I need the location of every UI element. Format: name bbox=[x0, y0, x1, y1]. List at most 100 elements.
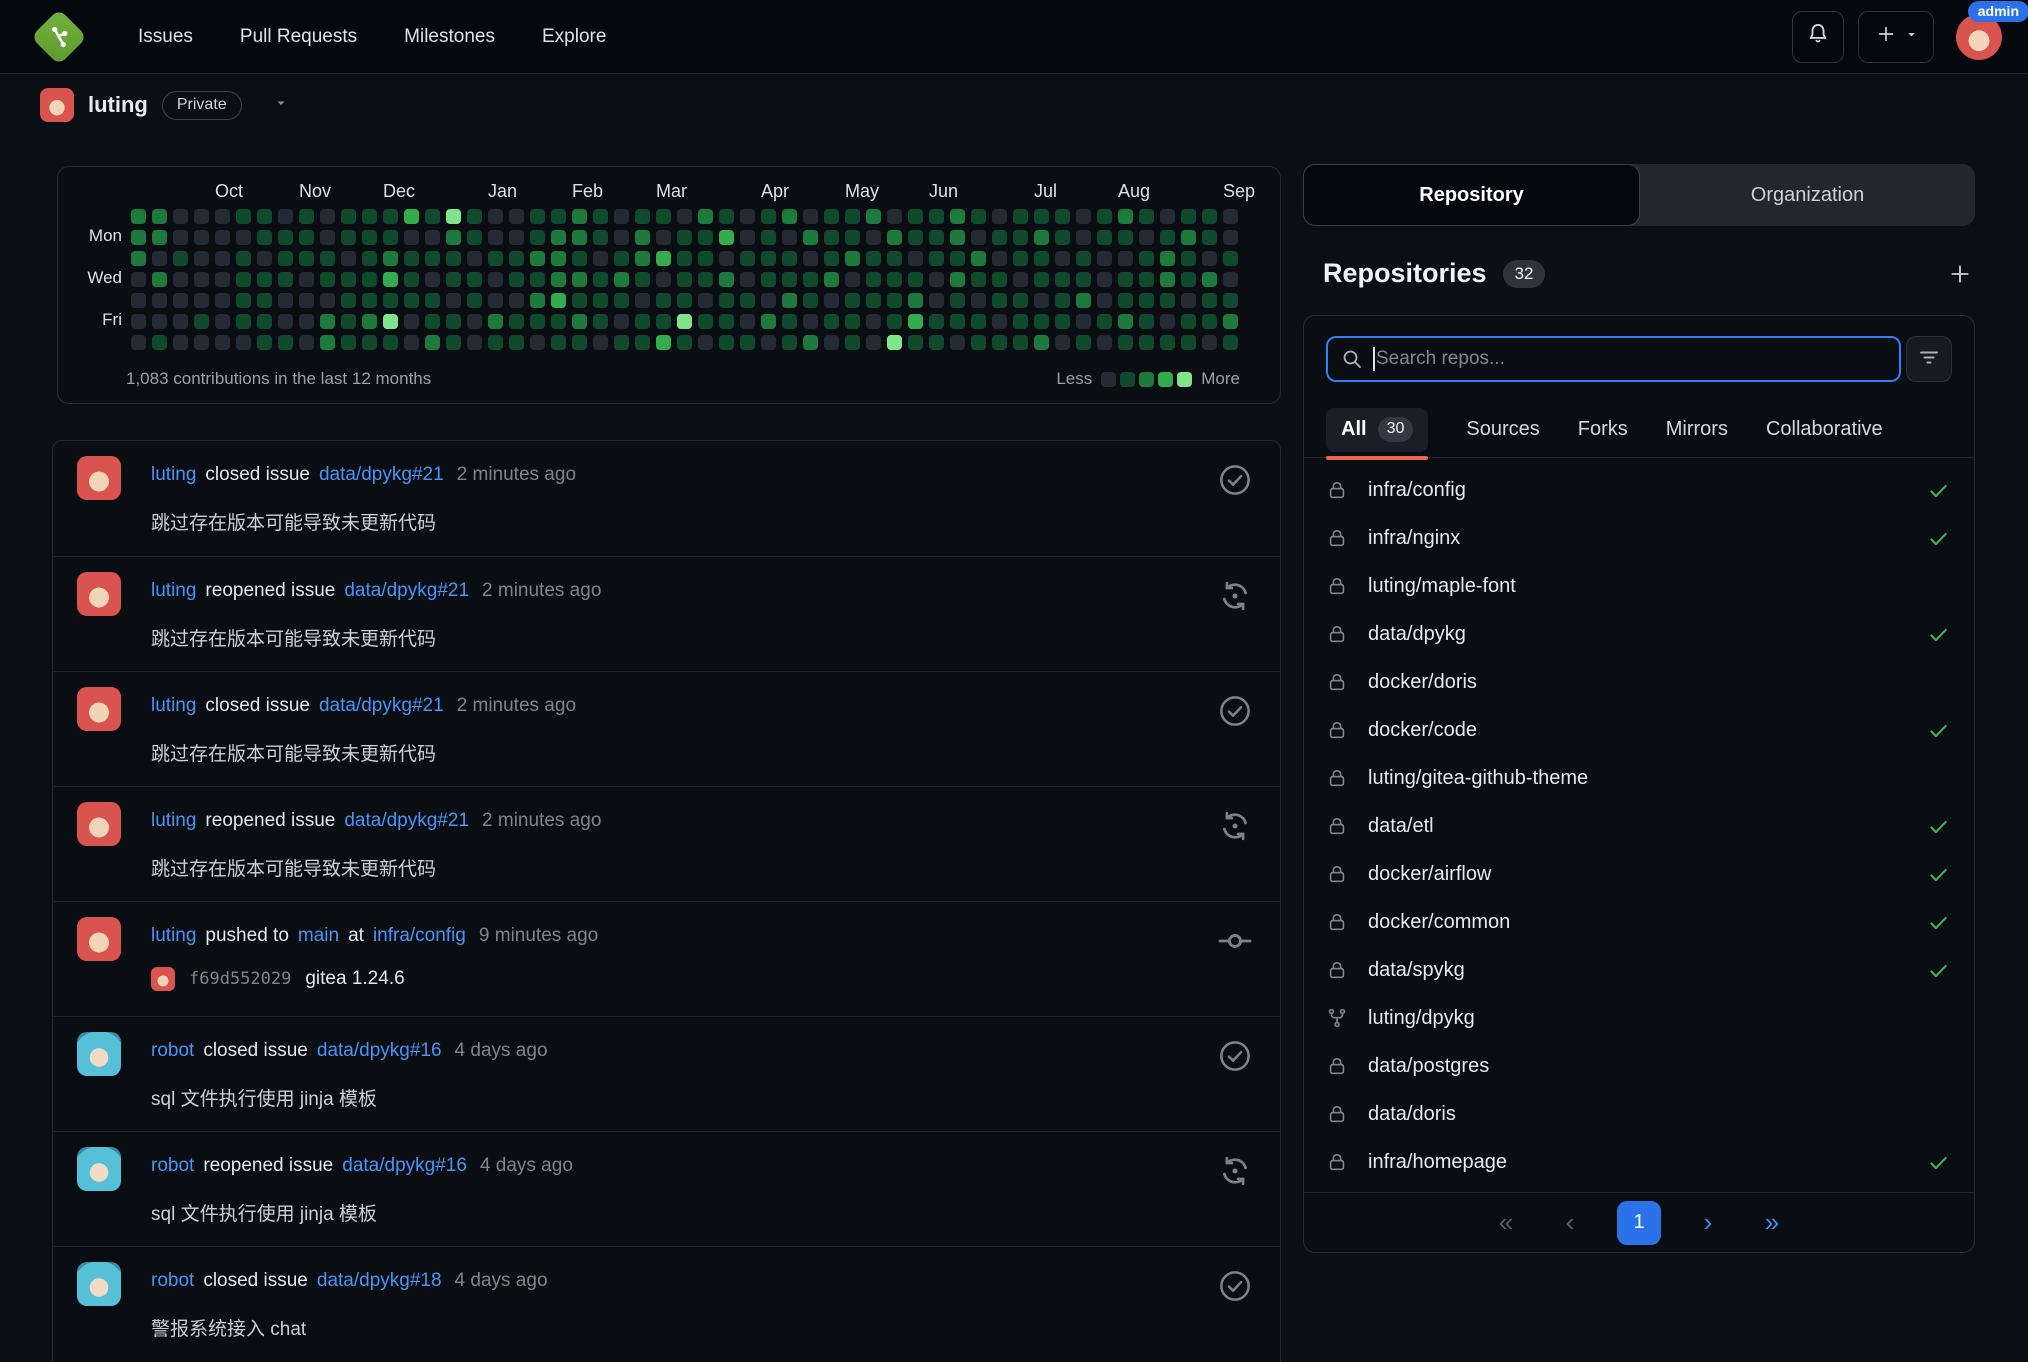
heatmap-cell[interactable] bbox=[1181, 230, 1196, 245]
repo-name-link[interactable]: docker/common bbox=[1368, 911, 1510, 934]
heatmap-cell[interactable] bbox=[635, 251, 650, 266]
heatmap-cell[interactable] bbox=[635, 314, 650, 329]
nav-link-milestones[interactable]: Milestones bbox=[404, 26, 495, 48]
heatmap-cell[interactable] bbox=[320, 251, 335, 266]
heatmap-cell[interactable] bbox=[551, 314, 566, 329]
heatmap-cell[interactable] bbox=[1139, 335, 1154, 350]
nav-link-explore[interactable]: Explore bbox=[542, 26, 606, 48]
heatmap-cell[interactable] bbox=[1202, 209, 1217, 224]
heatmap-cell[interactable] bbox=[866, 314, 881, 329]
heatmap-cell[interactable] bbox=[194, 230, 209, 245]
heatmap-cell[interactable] bbox=[341, 272, 356, 287]
repo-link[interactable]: data/dpykg#18 bbox=[317, 1270, 442, 1292]
heatmap-cell[interactable] bbox=[320, 293, 335, 308]
heatmap-cell[interactable] bbox=[908, 314, 923, 329]
repo-link[interactable]: data/dpykg#21 bbox=[344, 810, 469, 832]
heatmap-cell[interactable] bbox=[992, 293, 1007, 308]
heatmap-cell[interactable] bbox=[215, 230, 230, 245]
heatmap-cell[interactable] bbox=[404, 251, 419, 266]
repo-name-link[interactable]: infra/homepage bbox=[1368, 1151, 1507, 1174]
heatmap-cell[interactable] bbox=[446, 335, 461, 350]
heatmap-cell[interactable] bbox=[698, 335, 713, 350]
heatmap-cell[interactable] bbox=[572, 293, 587, 308]
heatmap-cell[interactable] bbox=[1097, 335, 1112, 350]
heatmap-cell[interactable] bbox=[1055, 293, 1070, 308]
repo-item[interactable]: data/etl bbox=[1304, 802, 1974, 850]
heatmap-cell[interactable] bbox=[908, 251, 923, 266]
repo-name-link[interactable]: luting/dpykg bbox=[1368, 1007, 1475, 1030]
heatmap-cell[interactable] bbox=[257, 293, 272, 308]
heatmap-cell[interactable] bbox=[971, 335, 986, 350]
heatmap-cell[interactable] bbox=[803, 335, 818, 350]
heatmap-cell[interactable] bbox=[887, 314, 902, 329]
heatmap-cell[interactable] bbox=[383, 272, 398, 287]
heatmap-cell[interactable] bbox=[572, 314, 587, 329]
heatmap-cell[interactable] bbox=[929, 272, 944, 287]
heatmap-cell[interactable] bbox=[152, 272, 167, 287]
heatmap-cell[interactable] bbox=[362, 272, 377, 287]
heatmap-cell[interactable] bbox=[299, 314, 314, 329]
heatmap-cell[interactable] bbox=[1139, 293, 1154, 308]
heatmap-cell[interactable] bbox=[677, 230, 692, 245]
heatmap-cell[interactable] bbox=[194, 314, 209, 329]
heatmap-cell[interactable] bbox=[803, 272, 818, 287]
repo-item[interactable]: infra/nginx bbox=[1304, 514, 1974, 562]
heatmap-cell[interactable] bbox=[782, 293, 797, 308]
heatmap-cell[interactable] bbox=[530, 209, 545, 224]
repo-link[interactable]: data/dpykg#16 bbox=[317, 1040, 442, 1062]
heatmap-cell[interactable] bbox=[1118, 293, 1133, 308]
repo-name-link[interactable]: data/etl bbox=[1368, 815, 1434, 838]
current-page-button[interactable]: 1 bbox=[1617, 1200, 1661, 1245]
heatmap-cell[interactable] bbox=[1076, 209, 1091, 224]
heatmap-cell[interactable] bbox=[509, 272, 524, 287]
heatmap-cell[interactable] bbox=[1160, 314, 1175, 329]
tab-organization[interactable]: Organization bbox=[1640, 164, 1975, 226]
heatmap-cell[interactable] bbox=[404, 293, 419, 308]
heatmap-cell[interactable] bbox=[845, 251, 860, 266]
heatmap-cell[interactable] bbox=[425, 293, 440, 308]
avatar[interactable] bbox=[40, 88, 74, 122]
heatmap-cell[interactable] bbox=[908, 272, 923, 287]
heatmap-cell[interactable] bbox=[929, 335, 944, 350]
heatmap-cell[interactable] bbox=[866, 335, 881, 350]
repo-item[interactable]: luting/gitea-github-theme bbox=[1304, 754, 1974, 802]
heatmap-cell[interactable] bbox=[278, 230, 293, 245]
heatmap-cell[interactable] bbox=[824, 209, 839, 224]
heatmap-cell[interactable] bbox=[992, 209, 1007, 224]
heatmap-cell[interactable] bbox=[1097, 314, 1112, 329]
heatmap-cell[interactable] bbox=[782, 272, 797, 287]
avatar[interactable] bbox=[77, 1032, 121, 1076]
user-link[interactable]: robot bbox=[151, 1270, 194, 1292]
heatmap-cell[interactable] bbox=[215, 314, 230, 329]
heatmap-cell[interactable] bbox=[215, 209, 230, 224]
heatmap-cell[interactable] bbox=[446, 272, 461, 287]
heatmap-cell[interactable] bbox=[1160, 293, 1175, 308]
heatmap-cell[interactable] bbox=[887, 230, 902, 245]
repo-name-link[interactable]: data/postgres bbox=[1368, 1055, 1489, 1078]
heatmap-cell[interactable] bbox=[950, 272, 965, 287]
avatar[interactable] bbox=[77, 687, 121, 731]
heatmap-cell[interactable] bbox=[740, 335, 755, 350]
heatmap-cell[interactable] bbox=[551, 293, 566, 308]
heatmap-cell[interactable] bbox=[698, 272, 713, 287]
heatmap-cell[interactable] bbox=[1223, 209, 1238, 224]
heatmap-cell[interactable] bbox=[1181, 272, 1196, 287]
repo-link[interactable]: data/dpykg#16 bbox=[342, 1155, 467, 1177]
repo-name-link[interactable]: luting/gitea-github-theme bbox=[1368, 767, 1588, 790]
commit-hash-link[interactable]: f69d552029 bbox=[189, 969, 291, 989]
heatmap-cell[interactable] bbox=[299, 335, 314, 350]
heatmap-cell[interactable] bbox=[635, 209, 650, 224]
heatmap-cell[interactable] bbox=[1076, 293, 1091, 308]
heatmap-cell[interactable] bbox=[173, 314, 188, 329]
heatmap-cell[interactable] bbox=[1181, 251, 1196, 266]
heatmap-cell[interactable] bbox=[383, 293, 398, 308]
heatmap-cell[interactable] bbox=[635, 293, 650, 308]
heatmap-cell[interactable] bbox=[761, 314, 776, 329]
heatmap-cell[interactable] bbox=[425, 335, 440, 350]
heatmap-cell[interactable] bbox=[803, 209, 818, 224]
heatmap-cell[interactable] bbox=[614, 314, 629, 329]
heatmap-cell[interactable] bbox=[152, 251, 167, 266]
heatmap-cell[interactable] bbox=[908, 335, 923, 350]
repo-item[interactable]: luting/maple-font bbox=[1304, 562, 1974, 610]
heatmap-cell[interactable] bbox=[656, 209, 671, 224]
